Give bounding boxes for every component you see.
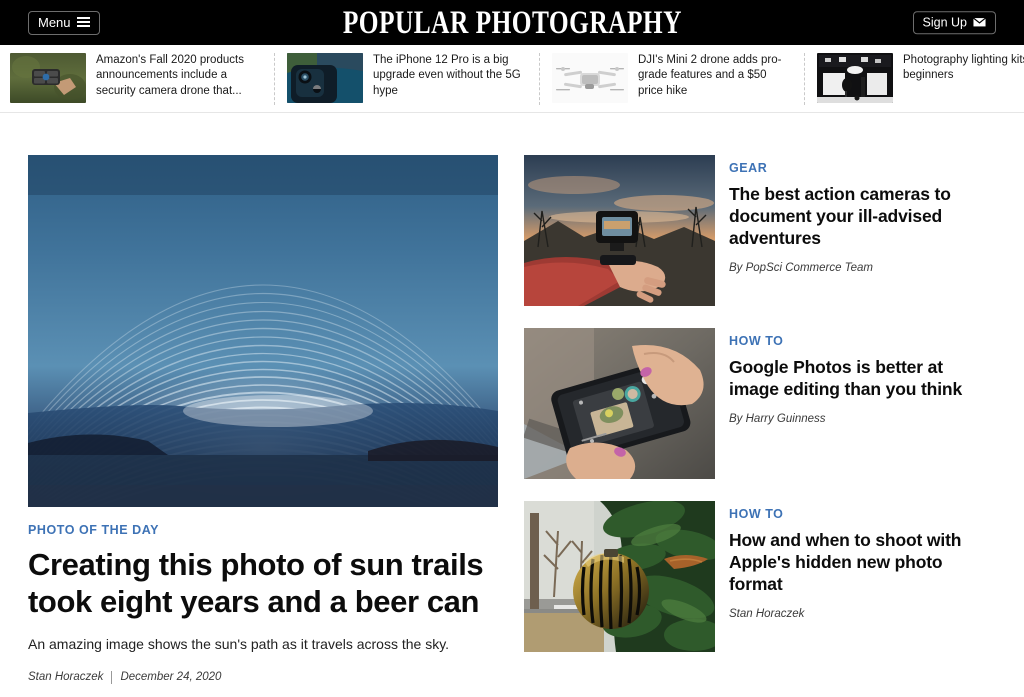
hero-date: December 24, 2020 [120,671,222,684]
card-thumbnail-smartphone-editing[interactable] [524,328,715,479]
ticker-thumbnail-lighting-studio [817,52,893,103]
hero-headline[interactable]: Creating this photo of sun trails took e… [28,546,498,620]
card-thumbnail-gold-ornament[interactable] [524,501,715,652]
ticker-item[interactable]: The iPhone 12 Pro is a big upgrade even … [275,52,540,105]
card-title[interactable]: The best action cameras to document your… [729,184,996,250]
card-kicker[interactable]: GEAR [729,161,996,175]
card-byline: By PopSci Commerce Team [729,261,874,274]
hero-byline: Stan Horaczek December 24, 2020 [28,670,498,684]
menu-button-label: Menu [38,14,71,30]
card-byline: Stan Horaczek [729,607,805,620]
menu-button[interactable]: Menu [28,10,100,35]
card-byline: By Harry Guinness [729,412,826,425]
main-content: PHOTO OF THE DAY Creating this photo of … [0,113,1024,696]
card-title[interactable]: How and when to shoot with Apple's hidde… [729,530,996,596]
ticker-item[interactable]: Photography lighting kits beginners [805,52,1024,105]
site-logo[interactable]: POPULAR PHOTOGRAPHY [342,4,681,42]
envelope-icon [973,17,986,27]
ticker-item-title: Amazon's Fall 2020 products announcement… [96,53,244,98]
hero-author[interactable]: Stan Horaczek [28,671,103,683]
article-card[interactable]: HOW TO Google Photos is better at image … [524,328,996,479]
ticker-item[interactable]: DJI's Mini 2 drone adds pro-grade featur… [540,52,805,105]
article-card[interactable]: HOW TO How and when to shoot with Apple'… [524,501,996,652]
hamburger-icon [76,17,90,27]
hero-dek: An amazing image shows the sun's path as… [28,636,450,653]
card-title[interactable]: Google Photos is better at image editing… [729,357,996,401]
card-kicker[interactable]: HOW TO [729,507,996,521]
card-body: HOW TO How and when to shoot with Apple'… [729,501,996,620]
ticker-thumbnail-dji-mini-2 [552,52,628,103]
ticker-thumbnail-drone-in-hand [10,52,86,103]
signup-button[interactable]: Sign Up [912,10,996,35]
article-card[interactable]: GEAR The best action cameras to document… [524,155,996,306]
ticker-item-title: Photography lighting kits beginners [903,53,1024,82]
card-kicker[interactable]: HOW TO [729,334,996,348]
news-ticker: Amazon's Fall 2020 products announcement… [0,45,1024,113]
card-thumbnail-action-camera[interactable] [524,155,715,306]
ticker-item[interactable]: Amazon's Fall 2020 products announcement… [10,52,275,105]
ticker-thumbnail-iphone-12-pro [287,52,363,103]
signup-button-label: Sign Up [922,14,967,29]
card-body: HOW TO Google Photos is better at image … [729,328,996,425]
hero-kicker[interactable]: PHOTO OF THE DAY [28,523,498,537]
card-body: GEAR The best action cameras to document… [729,155,996,274]
sidebar-articles: GEAR The best action cameras to document… [524,155,996,696]
hero-image-solargraph[interactable] [28,155,498,507]
byline-separator [111,670,113,684]
hero-article: PHOTO OF THE DAY Creating this photo of … [28,155,498,696]
ticker-item-title: DJI's Mini 2 drone adds pro-grade featur… [638,53,782,98]
site-header: Menu POPULAR PHOTOGRAPHY Sign Up [0,0,1024,45]
ticker-item-title: The iPhone 12 Pro is a big upgrade even … [373,53,521,98]
